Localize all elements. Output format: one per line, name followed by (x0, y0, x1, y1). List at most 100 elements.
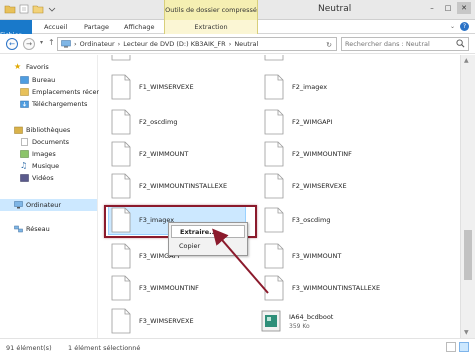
new-folder-icon[interactable] (32, 3, 44, 15)
tab-affichage[interactable]: Affichage (118, 20, 161, 34)
file-name: F3_WIMMOUNTINF (139, 284, 199, 292)
sidebar-item-label: Documents (32, 138, 70, 146)
file-icon (111, 308, 131, 334)
file-name: F2_WIMMOUNT (139, 150, 189, 158)
file-name: F2_WIMMOUNTINF (292, 150, 352, 158)
file-item[interactable]: F2_WIMMOUNTINSTALLEXE (111, 171, 227, 201)
computer-icon (14, 201, 23, 209)
title-bar: Outils de dossier compressé Neutral – □ … (0, 0, 475, 20)
recent-locations-icon[interactable]: ▾ (40, 39, 43, 46)
file-name: F3_WIMMOUNTINSTALLEXE (292, 284, 381, 292)
search-input[interactable] (342, 38, 452, 50)
sidebar-item-label: Musique (32, 162, 60, 170)
file-item[interactable]: F3_oscdimg (264, 205, 330, 235)
scroll-down-icon[interactable]: ▼ (464, 329, 469, 336)
file-item[interactable] (111, 55, 131, 63)
file-name: F3_WIMSERVEXE (139, 317, 194, 325)
tab-accueil[interactable]: Accueil (38, 20, 73, 34)
file-icon (264, 74, 284, 100)
file-icon (264, 275, 284, 301)
file-list: F1_WIMSERVEXE F2_oscdimg F2_WIMMOUNT F2_… (99, 55, 459, 338)
close-button[interactable]: ✕ (457, 2, 471, 14)
star-icon: ★ (14, 62, 22, 71)
file-item[interactable]: F2_oscdimg (111, 107, 177, 137)
chevron-down-icon[interactable] (46, 3, 58, 15)
ribbon-tabs: Fichier Accueil Partage Affichage Extrac… (0, 20, 475, 50)
desktop-icon (20, 76, 29, 84)
details-view-icon[interactable] (446, 342, 456, 352)
file-item[interactable]: F3_WIMMOUNTINSTALLEXE (264, 273, 380, 303)
file-item[interactable] (264, 55, 284, 63)
recent-places-icon (20, 88, 29, 96)
scroll-up-icon[interactable]: ▲ (464, 57, 469, 64)
maximize-button[interactable]: □ (441, 2, 455, 14)
documents-icon (21, 138, 28, 146)
file-name: F2_oscdimg (139, 118, 178, 126)
menu-item-copier[interactable]: Copier (171, 240, 245, 253)
file-icon (111, 109, 131, 135)
tab-partage[interactable]: Partage (78, 20, 115, 34)
file-icon (111, 55, 131, 61)
file-item[interactable]: F2_WIMMOUNT (111, 139, 188, 169)
file-item[interactable]: F2_WIMGAPI (264, 107, 332, 137)
scroll-thumb[interactable] (464, 230, 472, 280)
application-icon (261, 310, 281, 332)
navigation-pane: ★ Favoris Bureau Emplacements récents Té… (0, 55, 107, 338)
item-count: 91 élément(s) (6, 344, 52, 352)
file-icon (111, 173, 131, 199)
help-icon[interactable]: ? (460, 22, 469, 31)
file-item[interactable]: F3_WIMMOUNT (264, 241, 341, 271)
forward-button[interactable]: → (23, 38, 35, 50)
file-item[interactable]: F2_WIMMOUNTINF (264, 139, 352, 169)
sidebar-item-label: Ordinateur (26, 201, 62, 209)
window-controls: – □ ✕ (425, 2, 471, 14)
vertical-scrollbar[interactable]: ▲ ▼ (460, 55, 475, 338)
refresh-icon[interactable]: ↻ (326, 41, 332, 49)
file-item[interactable]: F2_imagex (264, 72, 327, 102)
large-icons-view-icon[interactable] (459, 342, 469, 352)
expand-ribbon-icon[interactable]: ⌄ (450, 23, 455, 30)
back-button[interactable]: ← (6, 38, 18, 50)
tab-extraction[interactable]: Extraction (164, 20, 258, 34)
file-icon (111, 141, 131, 167)
sidebar-favorites[interactable]: ★ Favoris (14, 61, 111, 73)
file-icon (264, 173, 284, 199)
file-name: F3_oscdimg (292, 216, 331, 224)
window-title: Neutral (318, 4, 352, 14)
folder-icon[interactable] (4, 3, 16, 15)
network-icon (14, 225, 23, 233)
sidebar-item-network[interactable]: Réseau (14, 223, 111, 235)
status-bar: 91 élément(s) 1 élément sélectionné (0, 338, 475, 356)
sidebar-item-label: Vidéos (32, 174, 54, 182)
sidebar-item-label: Favoris (26, 63, 49, 71)
file-name: F2_WIMGAPI (292, 118, 333, 126)
breadcrumb-dvd-drive[interactable]: Lecteur de DVD (D:) KB3AIK_FR (123, 40, 225, 48)
sidebar-item-label: Téléchargements (32, 100, 88, 108)
breadcrumb-ordinateur[interactable]: Ordinateur (80, 40, 115, 48)
file-item[interactable]: F1_WIMSERVEXE (111, 72, 194, 102)
search-box[interactable] (341, 37, 469, 51)
up-arrow-icon[interactable]: ↑ (48, 38, 55, 47)
download-icon (20, 100, 29, 108)
file-icon (264, 207, 284, 233)
selection-count: 1 élément sélectionné (68, 344, 141, 352)
videos-icon (20, 174, 29, 182)
sidebar-item-label: Réseau (26, 225, 50, 233)
address-bar[interactable]: › Ordinateur › Lecteur de DVD (D:) KB3AI… (57, 37, 337, 51)
compressed-folder-tools-label: Outils de dossier compressé (164, 0, 258, 20)
file-item[interactable]: F3_WIMMOUNTINF (111, 273, 199, 303)
sidebar-item-computer[interactable]: Ordinateur (0, 199, 97, 211)
sidebar-libraries[interactable]: Bibliothèques (14, 124, 111, 136)
file-icon (264, 141, 284, 167)
file-item[interactable]: F2_WIMSERVEXE (264, 171, 347, 201)
properties-icon[interactable] (18, 3, 30, 15)
pictures-icon (20, 150, 29, 158)
minimize-button[interactable]: – (425, 2, 439, 14)
file-item[interactable]: IA64_bcdboot 359 Ko (261, 306, 333, 336)
menu-item-extraire[interactable]: Extraire... (171, 225, 245, 238)
view-switcher (446, 342, 469, 352)
breadcrumb-neutral[interactable]: Neutral (234, 40, 258, 48)
file-icon (264, 243, 284, 269)
search-icon[interactable] (456, 39, 465, 48)
file-item[interactable]: F3_WIMSERVEXE (111, 306, 194, 336)
